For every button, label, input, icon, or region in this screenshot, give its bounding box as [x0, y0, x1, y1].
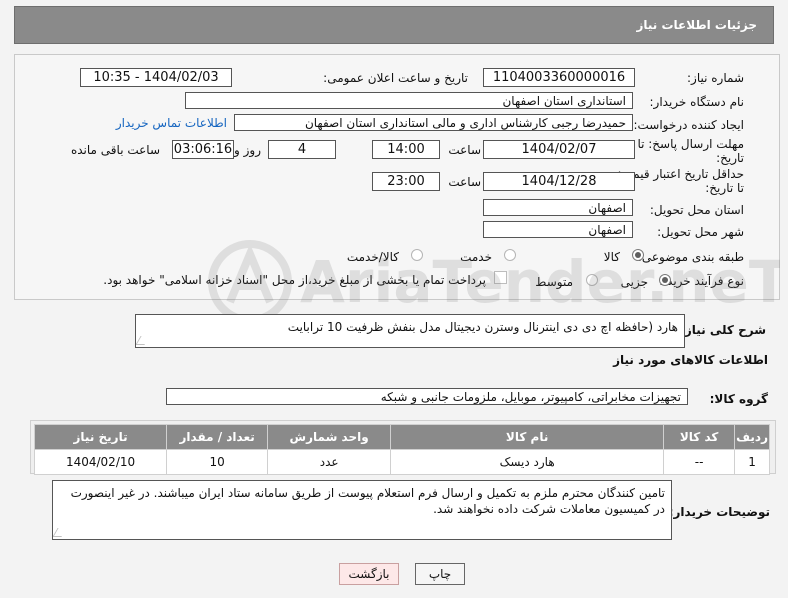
col-header-date: تاریخ نیاز	[33, 424, 168, 450]
description-text: هارد (حافظه اچ دی دی اینترنال وسترن دیجی…	[287, 320, 678, 334]
cell-row-number: 1	[734, 449, 770, 475]
days-label: روز و	[234, 143, 261, 157]
reply-time-label: ساعت	[448, 143, 481, 157]
price-time-label: ساعت	[448, 175, 481, 189]
purchase-option-medium: متوسط	[535, 275, 573, 289]
buyer-notes-label: توضیحات خریدار:	[668, 505, 770, 519]
category-label: طبقه بندی موضوعی:	[637, 250, 744, 264]
buyer-notes-textarea[interactable]: تامین کنندگان محترم ملزم به تکمیل و ارسا…	[52, 480, 672, 540]
reply-deadline-date: 1404/02/07	[483, 140, 635, 159]
purchase-radio-minor[interactable]	[659, 274, 671, 286]
col-header-name: نام کالا	[390, 424, 665, 450]
col-header-code: کد کالا	[663, 424, 736, 450]
remaining-time: 03:06:16	[172, 140, 234, 159]
buyer-org-label: نام دستگاه خریدار:	[649, 95, 745, 109]
remaining-days: 4	[268, 140, 336, 159]
col-header-unit: واحد شمارش	[267, 424, 392, 450]
creator-label: ایجاد کننده درخواست:	[633, 118, 744, 132]
category-radio-goods[interactable]	[632, 249, 644, 261]
col-header-row: ردیف	[734, 424, 770, 450]
goods-section-title: اطلاعات کالاهای مورد نیاز	[613, 353, 768, 367]
cell-unit: عدد	[267, 449, 392, 475]
price-validity-label-2: تا تاریخ:	[705, 181, 744, 195]
cell-code: --	[663, 449, 736, 475]
print-button[interactable]: چاپ	[415, 563, 465, 585]
treasury-payment-note: پرداخت تمام یا بخشی از مبلغ خرید،از محل …	[103, 273, 486, 287]
delivery-province-label: استان محل تحویل:	[649, 203, 744, 217]
announce-datetime-label: تاریخ و ساعت اعلان عمومی:	[323, 71, 468, 85]
reply-deadline-label-2: تاریخ:	[716, 151, 744, 165]
table-row: 1 -- هارد دیسک عدد 10 1404/02/10	[33, 449, 770, 475]
category-option-goods-service: کالا/خدمت	[346, 250, 399, 264]
purchase-radio-medium[interactable]	[586, 274, 598, 286]
reply-deadline-label: مهلت ارسال پاسخ: تا	[637, 137, 744, 151]
purchase-type-label: نوع فرآیند خرید :	[659, 274, 744, 288]
back-button[interactable]: بازگشت	[339, 563, 399, 585]
need-number-label: شماره نیاز:	[687, 71, 744, 85]
creator-field: حمیدرضا رجبی کارشناس اداری و مالی استاند…	[234, 114, 633, 131]
description-label: شرح کلی نیاز:	[680, 323, 766, 337]
buyer-notes-text: تامین کنندگان محترم ملزم به تکمیل و ارسا…	[70, 486, 665, 516]
items-table: ردیف کد کالا نام کالا واحد شمارش تعداد /…	[33, 424, 770, 475]
goods-group-label: گروه کالا:	[709, 392, 768, 406]
need-number-field: 1104003360000016	[483, 68, 635, 87]
buyer-contact-link[interactable]: اطلاعات تماس خریدار	[116, 116, 227, 130]
remaining-label: ساعت باقی مانده	[70, 143, 160, 157]
delivery-city-label: شهر محل تحویل:	[657, 225, 744, 239]
buyer-org-field: استانداری استان اصفهان	[185, 92, 633, 109]
price-validity-label: حداقل تاریخ اعتبار قیمت:	[617, 167, 744, 181]
cell-date: 1404/02/10	[33, 449, 168, 475]
cell-quantity: 10	[166, 449, 269, 475]
announce-datetime-field: 1404/02/03 - 10:35	[80, 68, 232, 87]
category-option-goods: کالا	[603, 250, 620, 264]
purchase-option-minor: جزیی	[620, 275, 648, 289]
category-option-service: خدمت	[460, 250, 492, 264]
goods-group-field: تجهیزات مخابراتی، کامپیوتر، موبایل، ملزو…	[166, 388, 688, 405]
col-header-quantity: تعداد / مقدار	[166, 424, 269, 450]
description-textarea[interactable]: هارد (حافظه اچ دی دی اینترنال وسترن دیجی…	[135, 314, 685, 348]
delivery-city-field: اصفهان	[483, 221, 633, 238]
category-radio-goods-service[interactable]	[411, 249, 423, 261]
resize-grip-icon[interactable]	[53, 528, 67, 537]
price-validity-time: 23:00	[372, 172, 440, 191]
resize-grip-icon[interactable]	[136, 336, 150, 345]
reply-deadline-time: 14:00	[372, 140, 440, 159]
treasury-payment-checkbox[interactable]	[494, 271, 507, 284]
page-title: جزئیات اطلاعات نیاز	[636, 18, 757, 32]
category-radio-service[interactable]	[504, 249, 516, 261]
price-validity-date: 1404/12/28	[483, 172, 635, 191]
delivery-province-field: اصفهان	[483, 199, 633, 216]
page-header: جزئیات اطلاعات نیاز	[14, 6, 774, 44]
cell-name: هارد دیسک	[390, 449, 665, 475]
